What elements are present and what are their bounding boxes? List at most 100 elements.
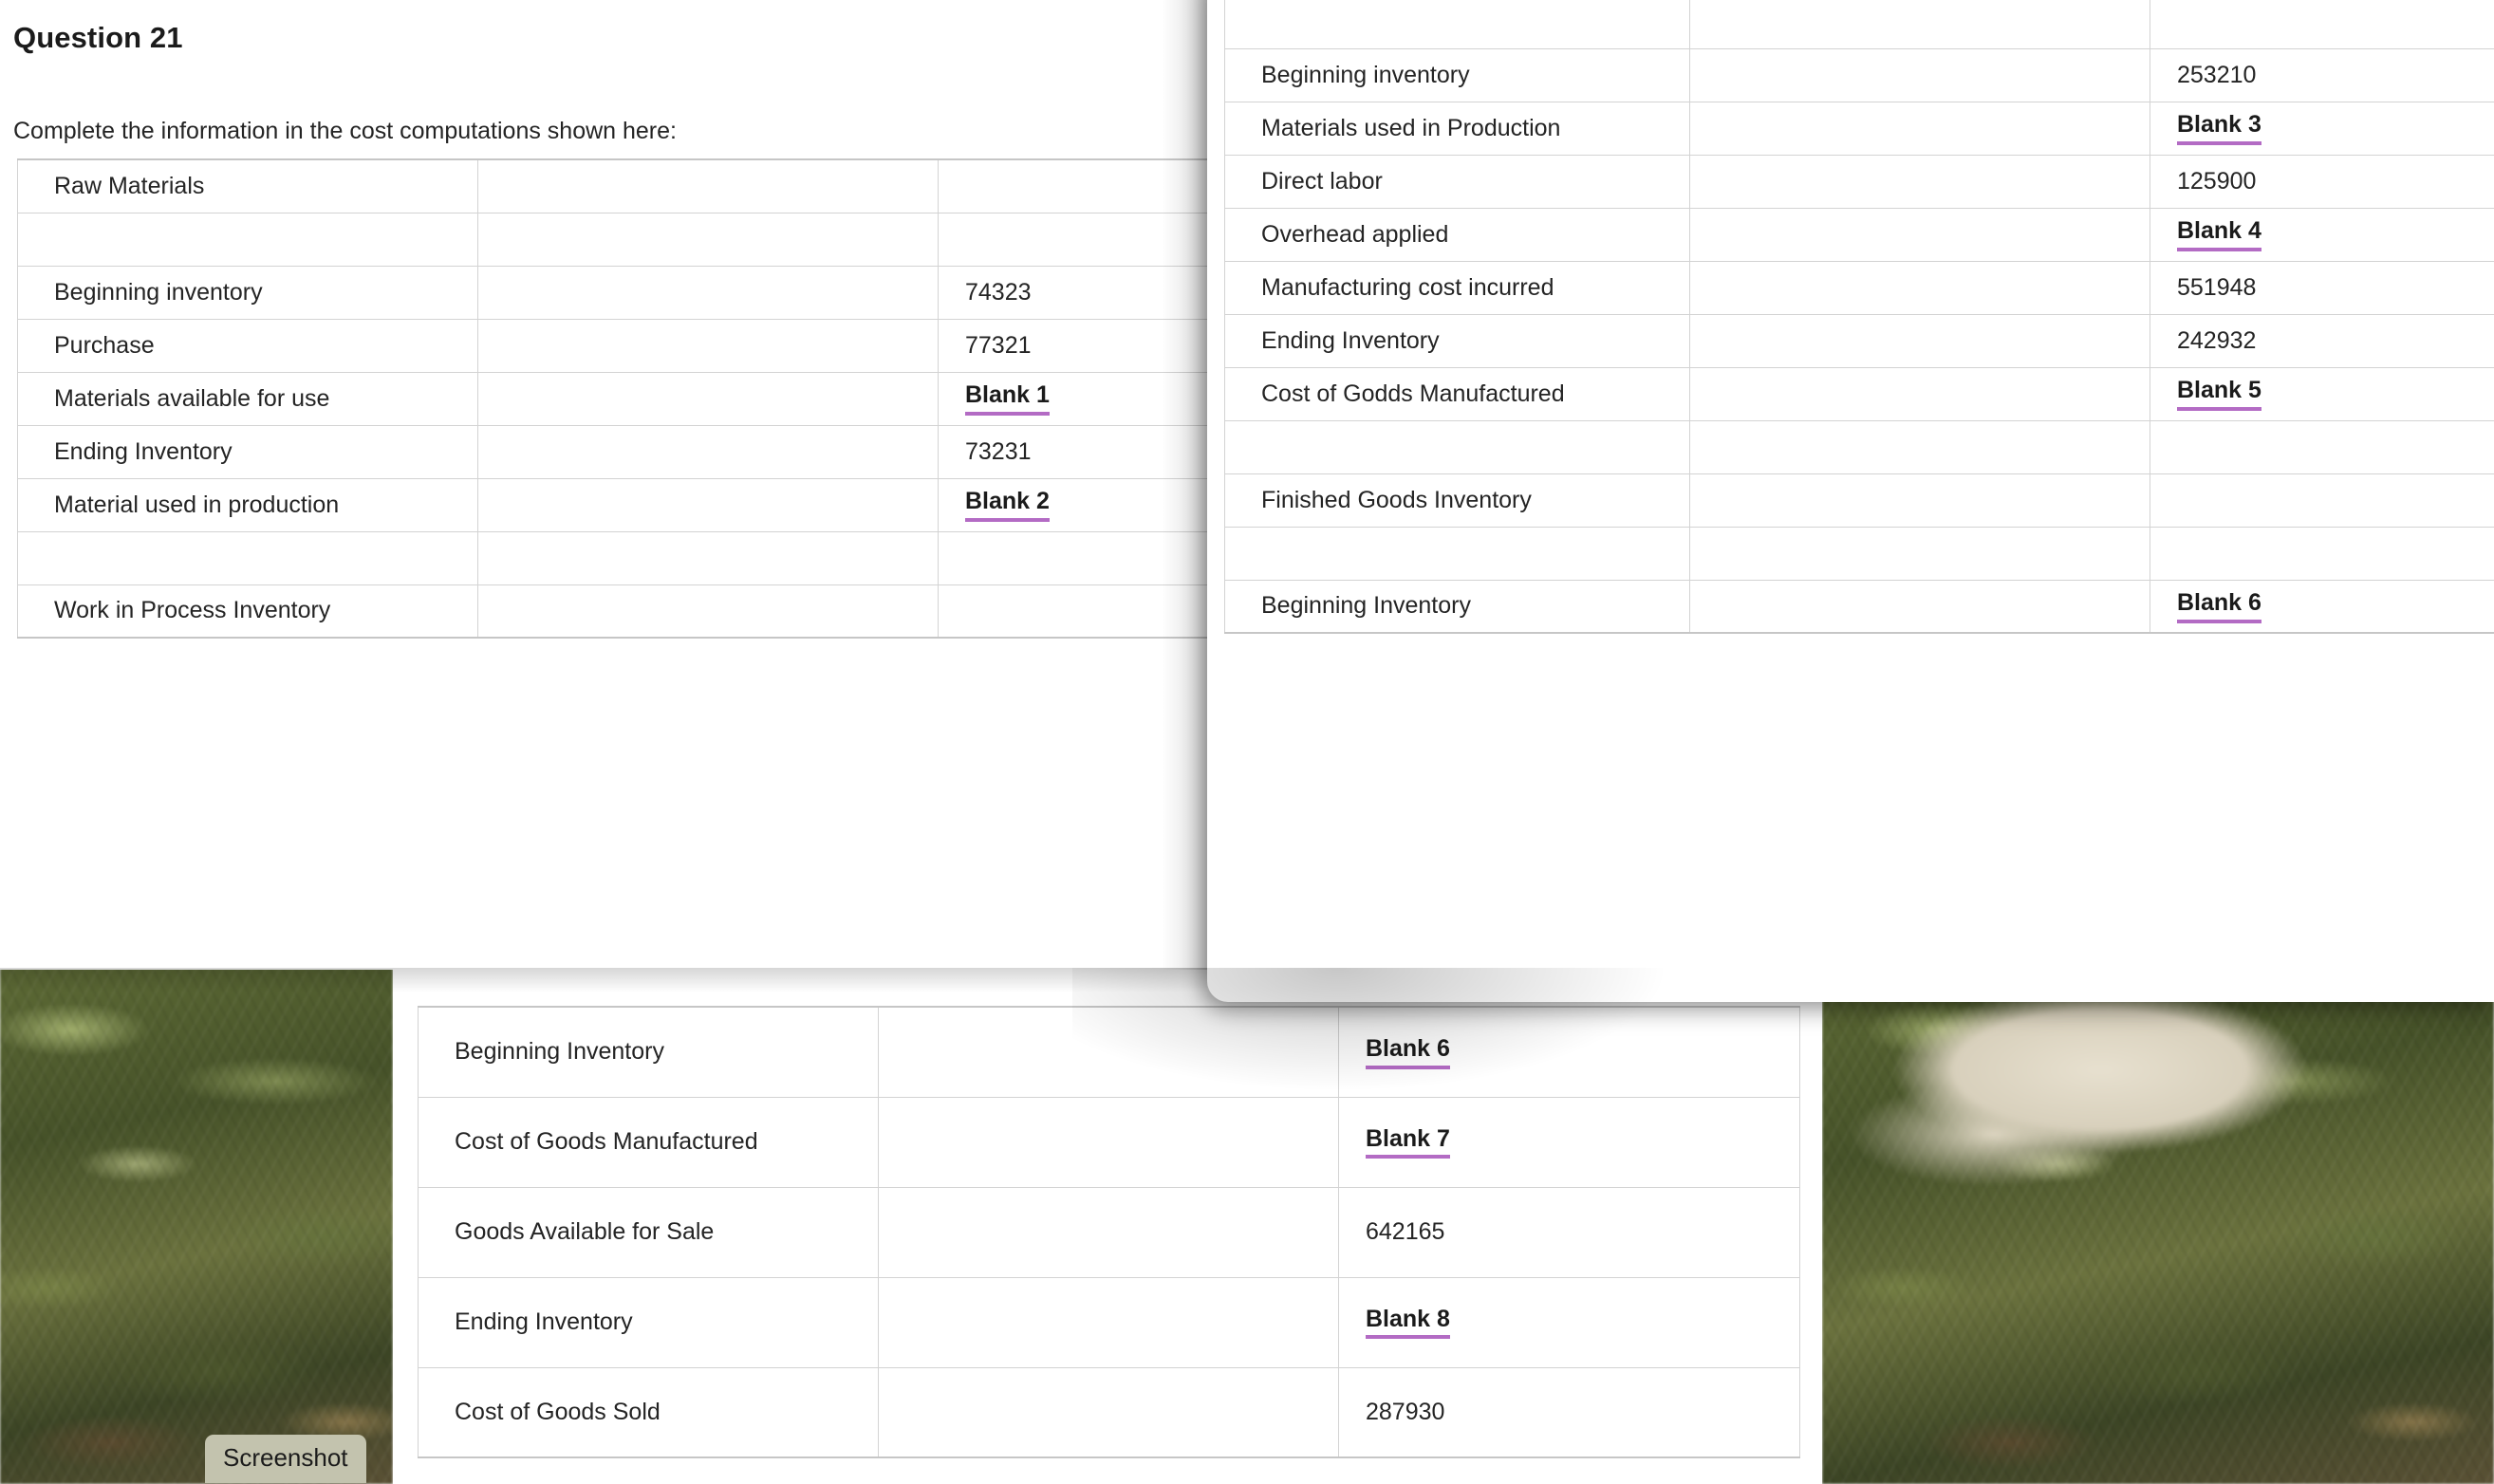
table-row: Beginning inventory 253210 [1224,47,2494,102]
question-prompt: Complete the information in the cost com… [13,118,677,144]
row-middle-cell [477,584,939,639]
row-label-cell: Beginning Inventory [418,1006,879,1098]
row-value-cell [2150,526,2494,581]
row-label-cell [1224,0,1690,49]
blank-placeholder[interactable]: Blank 3 [2177,112,2261,145]
row-label-cell [1224,419,1690,474]
row-blank-cell[interactable]: Blank 3 [2150,101,2494,156]
screenshot-toast[interactable]: Screenshot [205,1435,366,1483]
row-blank-cell[interactable]: Blank 5 [2150,366,2494,421]
table-row: Ending Inventory Blank 8 [418,1276,1800,1368]
row-middle-cell [878,1186,1339,1278]
row-middle-cell [878,1006,1339,1098]
row-middle-cell [1689,473,2150,528]
work-in-process-window[interactable]: Beginning inventory 253210 Materials used … [1207,0,2494,1002]
row-middle-cell [1689,313,2150,368]
page-title: Question 21 [13,21,183,54]
row-blank-cell[interactable]: Blank 7 [1338,1096,1800,1188]
row-label-cell: Ending Inventory [1224,313,1690,368]
row-middle-cell [1689,260,2150,315]
blank-placeholder[interactable]: Blank 2 [965,489,1050,522]
row-blank-cell[interactable]: Blank 8 [1338,1276,1800,1368]
row-value-cell: 77321 [938,318,1207,373]
table-row: Work in Process Inventory [17,584,1207,639]
row-label-cell: Work in Process Inventory [17,584,478,639]
row-value-cell: 642165 [1338,1186,1800,1278]
table-row: Materials used in Production Blank 3 [1224,101,2494,156]
row-label-cell: Cost of Goods Manufactured [418,1096,879,1188]
row-middle-cell [1689,0,2150,49]
background-photo-left [0,968,393,1484]
row-middle-cell [477,158,939,213]
table-row [1224,419,2494,474]
row-middle-cell [1689,579,2150,634]
row-middle-cell [1689,47,2150,102]
row-label-cell: Finished Goods Inventory [1224,473,1690,528]
row-label-cell: Manufacturing cost incurred [1224,260,1690,315]
work-in-process-table: Beginning inventory 253210 Materials used … [1224,0,2494,634]
row-middle-cell [878,1366,1339,1458]
background-photo-right [1822,968,2494,1484]
row-value-cell: 287930 [1338,1366,1800,1458]
row-blank-cell[interactable]: Blank 1 [938,371,1207,426]
table-row: Material used in production Blank 2 [17,477,1207,532]
table-row: Cost of Godds Manufactured Blank 5 [1224,366,2494,421]
work-in-process-table-container: Beginning inventory 253210 Materials used … [1207,0,2494,634]
row-label-cell: Material used in production [17,477,478,532]
blank-placeholder[interactable]: Blank 4 [2177,218,2261,251]
row-blank-cell[interactable]: Blank 6 [1338,1006,1800,1098]
row-middle-cell [477,212,939,267]
row-middle-cell [477,371,939,426]
row-label-cell: Beginning inventory [1224,47,1690,102]
table-row: Goods Available for Sale 642165 [418,1186,1800,1278]
table-row: Ending Inventory 242932 [1224,313,2494,368]
blank-placeholder[interactable]: Blank 6 [1366,1035,1450,1069]
table-row: Ending Inventory 73231 [17,424,1207,479]
blank-placeholder[interactable]: Blank 6 [2177,589,2261,623]
row-value-cell: 551948 [2150,260,2494,315]
row-value-cell [2150,419,2494,474]
row-middle-cell [1689,101,2150,156]
blank-placeholder[interactable]: Blank 8 [1366,1306,1450,1340]
row-middle-cell [1689,366,2150,421]
row-blank-cell[interactable]: Blank 6 [2150,579,2494,634]
row-label-cell: Raw Materials [17,158,478,213]
row-value-cell: 242932 [2150,313,2494,368]
reclining-figure [1849,977,2334,1247]
row-label-cell: Beginning inventory [17,265,478,320]
row-middle-cell [477,424,939,479]
table-row [17,530,1207,585]
row-value-cell: 253210 [2150,47,2494,102]
row-value-cell [2150,473,2494,528]
row-label-cell: Beginning Inventory [1224,579,1690,634]
row-blank-cell[interactable]: Blank 4 [2150,207,2494,262]
row-value-cell [938,158,1207,213]
raw-materials-table: Raw Materials Beginning inventory 74323 Pur… [17,158,1207,639]
table-row: Materials available for use Blank 1 [17,371,1207,426]
foliage-texture-left [0,968,393,1484]
row-label-cell [17,212,478,267]
blank-placeholder[interactable]: Blank 1 [965,382,1050,416]
row-middle-cell [477,530,939,585]
row-middle-cell [477,318,939,373]
blank-placeholder[interactable]: Blank 7 [1366,1125,1450,1159]
table-row [1224,526,2494,581]
row-value-cell: 125900 [2150,154,2494,209]
row-blank-cell[interactable]: Blank 2 [938,477,1207,532]
question-window: Question 21 Complete the information in … [0,0,1207,970]
row-middle-cell [878,1276,1339,1368]
table-row: Raw Materials [17,158,1207,213]
finished-goods-table-container: Beginning Inventory Blank 6 Cost of Goods … [418,1006,1800,1458]
row-label-cell: Overhead applied [1224,207,1690,262]
table-row: Finished Goods Inventory [1224,473,2494,528]
row-value-cell [938,584,1207,639]
finished-goods-rows: Beginning Inventory Blank 6 Cost of Goods … [418,1006,1800,1458]
row-middle-cell [477,265,939,320]
row-label-cell: Materials used in Production [1224,101,1690,156]
row-middle-cell [477,477,939,532]
table-row: Cost of Goods Manufactured Blank 7 [418,1096,1800,1188]
work-in-process-rows: Beginning inventory 253210 Materials used … [1224,0,2494,634]
row-middle-cell [878,1096,1339,1188]
row-value-cell [938,530,1207,585]
blank-placeholder[interactable]: Blank 5 [2177,378,2261,411]
